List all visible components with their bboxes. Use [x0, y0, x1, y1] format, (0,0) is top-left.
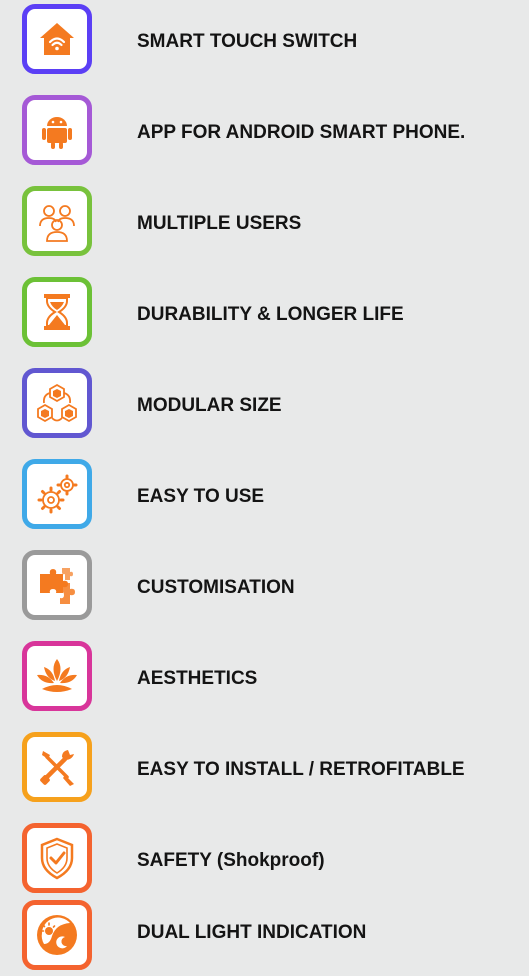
feature-item: CUSTOMISATION	[0, 550, 529, 626]
feature-item: EASY TO INSTALL / RETROFITABLE	[0, 732, 529, 808]
feature-label: MULTIPLE USERS	[137, 213, 302, 234]
feature-label: APP FOR ANDROID SMART PHONE.	[137, 122, 466, 143]
icon-frame	[22, 823, 92, 893]
icon-frame	[22, 459, 92, 529]
modules-icon	[37, 383, 77, 423]
icon-frame	[22, 550, 92, 620]
feature-item: MULTIPLE USERS	[0, 186, 529, 262]
gears-icon	[37, 474, 78, 514]
icon-frame	[22, 900, 92, 970]
feature-item: SAFETY (Shokproof)	[0, 823, 529, 899]
sun-moon-icon	[37, 915, 77, 955]
shield-check-icon	[40, 837, 74, 880]
lotus-icon	[37, 659, 77, 692]
feature-label: DUAL LIGHT INDICATION	[137, 922, 367, 943]
feature-label: EASY TO INSTALL / RETROFITABLE	[137, 759, 465, 780]
users-icon	[39, 205, 75, 242]
feature-item: DURABILITY & LONGER LIFE	[0, 277, 529, 353]
feature-item: SMART TOUCH SWITCH	[0, 4, 529, 80]
icon-frame	[22, 186, 92, 256]
feature-item: MODULAR SIZE	[0, 368, 529, 444]
icon-frame	[22, 277, 92, 347]
feature-label: DURABILITY & LONGER LIFE	[137, 304, 404, 325]
feature-label: AESTHETICS	[137, 668, 258, 689]
smart-home-wifi-icon	[40, 23, 74, 55]
puzzle-icon	[40, 568, 75, 604]
tools-icon	[40, 750, 74, 786]
icon-frame	[22, 4, 92, 74]
icon-frame	[22, 368, 92, 438]
feature-label: SAFETY (Shokproof)	[137, 850, 325, 871]
icon-frame	[22, 95, 92, 165]
feature-label: SMART TOUCH SWITCH	[137, 31, 358, 52]
feature-label: EASY TO USE	[137, 486, 265, 507]
icon-frame	[22, 641, 92, 711]
feature-item: AESTHETICS	[0, 641, 529, 717]
feature-label: CUSTOMISATION	[137, 577, 295, 598]
feature-item: EASY TO USE	[0, 459, 529, 535]
feature-item: APP FOR ANDROID SMART PHONE.	[0, 95, 529, 171]
icon-frame	[22, 732, 92, 802]
feature-item: DUAL LIGHT INDICATION	[0, 900, 529, 976]
hourglass-icon	[44, 294, 70, 330]
feature-label: MODULAR SIZE	[137, 395, 282, 416]
android-icon	[42, 117, 72, 149]
